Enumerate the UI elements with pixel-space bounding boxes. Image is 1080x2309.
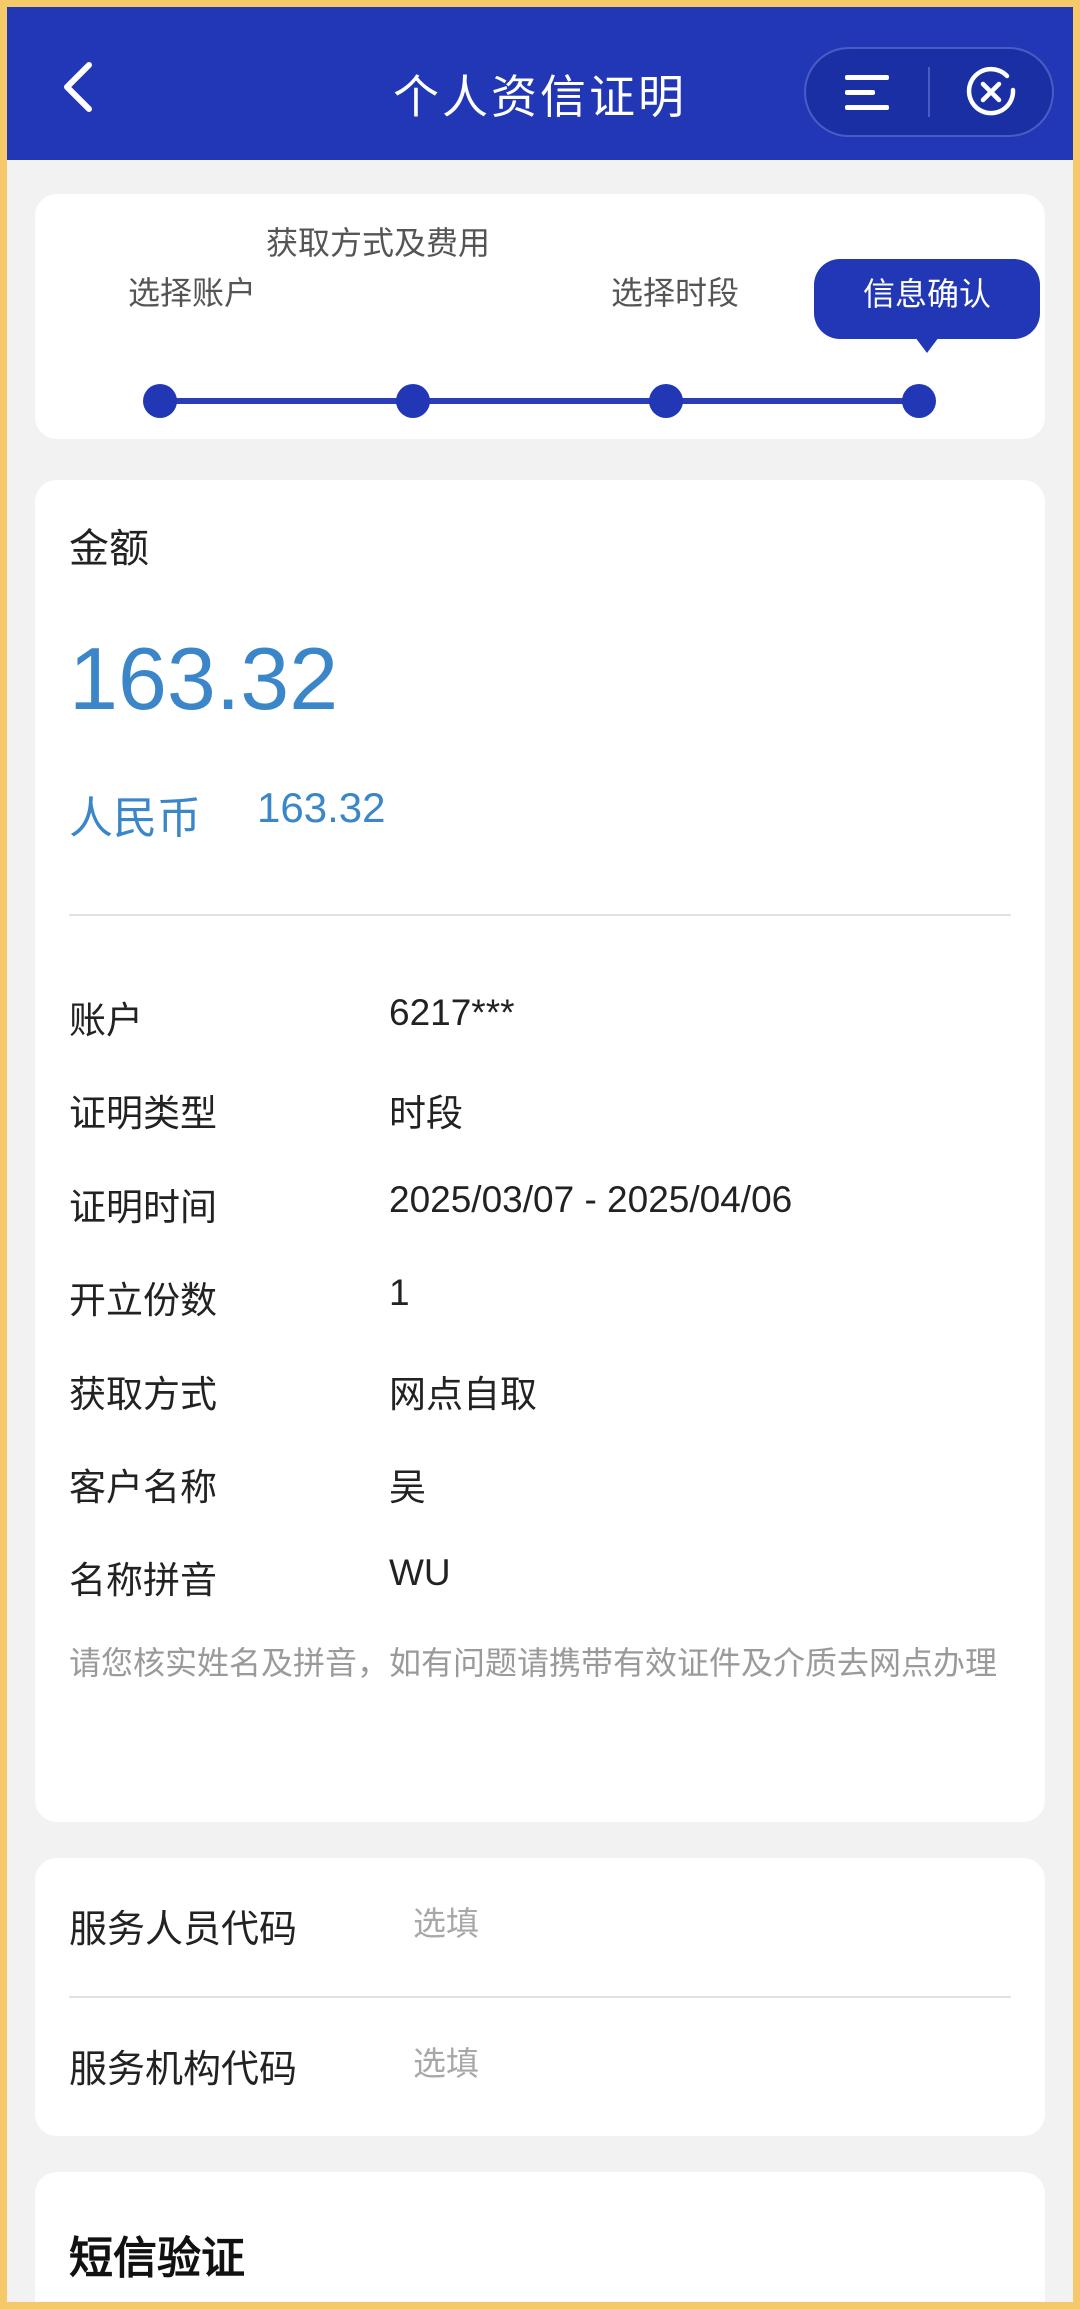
currency-label: 人民币 (69, 793, 201, 844)
step-dot-4 (902, 384, 936, 418)
step-select-account: 选择账户 (127, 274, 256, 312)
delivery-method-label: 获取方式 (69, 1373, 217, 1416)
customer-name-value: 吴 (389, 1467, 426, 1508)
step-dot-2 (396, 384, 430, 418)
customer-name-label: 客户名称 (69, 1466, 217, 1509)
copies-label: 开立份数 (69, 1279, 217, 1322)
divider (69, 1996, 1011, 1998)
sms-title: 短信验证 (69, 2233, 245, 2284)
back-button[interactable] (47, 57, 107, 117)
menu-icon (845, 75, 889, 110)
close-button[interactable] (930, 49, 1052, 135)
close-circle-icon (966, 66, 1016, 116)
org-code-label: 服务机构代码 (69, 2047, 298, 2091)
currency-value: 163.32 (257, 784, 386, 831)
service-code-card: 服务人员代码 服务机构代码 (35, 1858, 1045, 2136)
menu-button[interactable] (806, 49, 928, 135)
cert-period-label: 证明时间 (69, 1186, 217, 1229)
amount-label: 金额 (69, 526, 149, 572)
org-code-input[interactable] (413, 2028, 1013, 2098)
nav-header: 个人资信证明 (7, 7, 1073, 160)
name-pinyin-label: 名称拼音 (69, 1559, 217, 1602)
step-confirm-info: 信息确认 (814, 259, 1040, 353)
chevron-left-icon (64, 62, 92, 112)
divider (69, 914, 1011, 916)
copies-value: 1 (389, 1272, 410, 1313)
progress-track (160, 398, 925, 404)
confirmation-card: 金额 163.32 人民币 163.32 账户 6217*** 证明类型 时段 … (35, 480, 1045, 1822)
amount-value: 163.32 (69, 629, 339, 728)
mini-program-capsule (804, 47, 1054, 137)
cert-type-label: 证明类型 (69, 1092, 217, 1135)
verification-notice: 请您核实姓名及拼音，如有问题请携带有效证件及介质去网点办理 (69, 1644, 998, 1682)
staff-code-label: 服务人员代码 (69, 1907, 298, 1951)
account-value: 6217*** (389, 992, 515, 1033)
sms-verification-card: 短信验证 (35, 2172, 1045, 2302)
step-select-period: 选择时段 (610, 274, 739, 312)
account-label: 账户 (69, 999, 143, 1042)
app-frame: 个人资信证明 选择账户 获取方式及费用 选择时段 信息确认 金额 163.32 … (7, 7, 1073, 2302)
cert-period-value: 2025/03/07 - 2025/04/06 (389, 1179, 793, 1220)
delivery-method-value: 网点自取 (389, 1374, 537, 1415)
step-dot-1 (143, 384, 177, 418)
step-method-fee: 获取方式及费用 (265, 224, 490, 262)
cert-type-value: 时段 (389, 1093, 463, 1134)
progress-steps: 选择账户 获取方式及费用 选择时段 信息确认 (35, 194, 1045, 439)
staff-code-input[interactable] (413, 1888, 1013, 1958)
step-dot-3 (649, 384, 683, 418)
name-pinyin-value: WU (389, 1552, 451, 1593)
